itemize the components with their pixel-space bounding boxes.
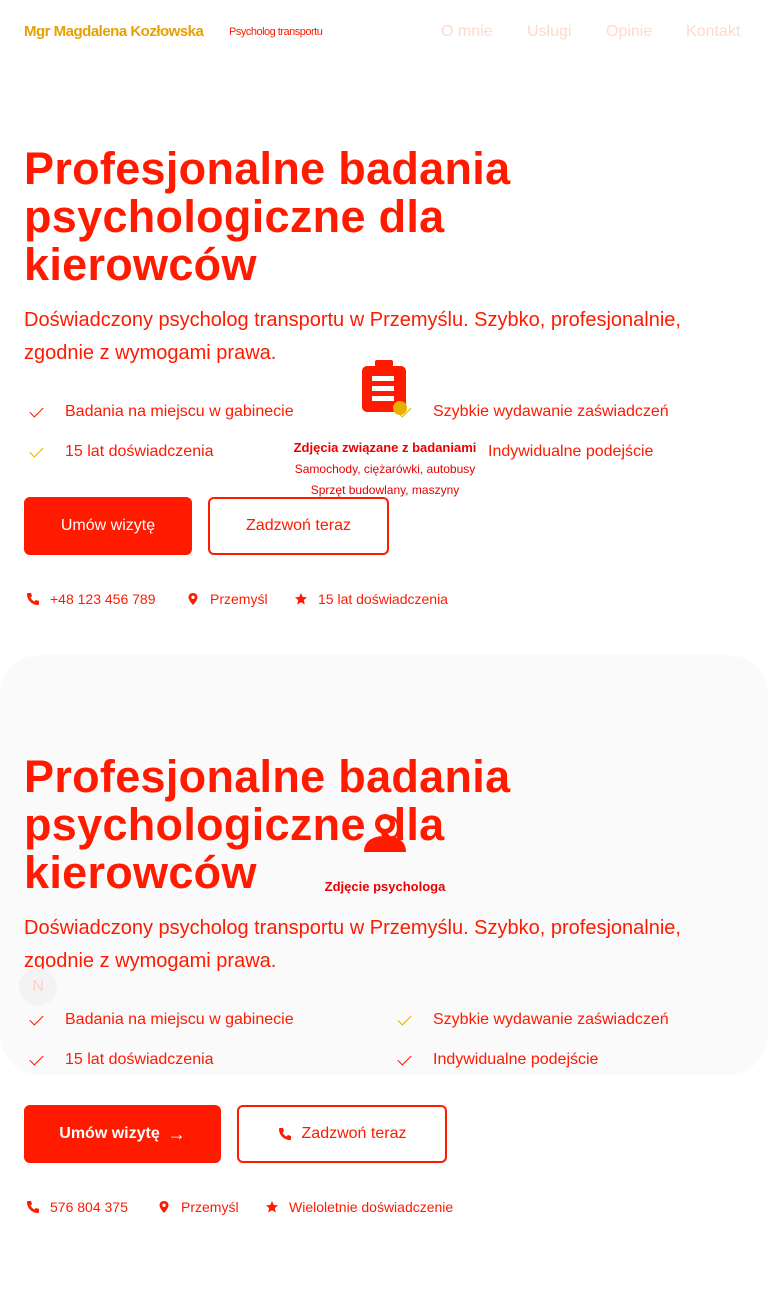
experience-info: 15 lat doświadczenia bbox=[294, 591, 448, 607]
feature-label: 15 lat doświadczenia bbox=[65, 1051, 214, 1068]
book-appointment-button[interactable]: Umów wizytę bbox=[24, 497, 192, 555]
contact-city: Przemyśl bbox=[157, 1199, 239, 1215]
image-caption: Zdjęcie psychologa bbox=[324, 879, 446, 894]
nav-link-about[interactable]: O mnie bbox=[441, 23, 493, 41]
check-icon bbox=[397, 402, 412, 418]
button-label: Umów wizytę bbox=[59, 1125, 160, 1142]
brand-logo[interactable]: Mgr Magdalena Kozłowska Psycholog transp… bbox=[24, 23, 323, 40]
arrow-right-icon: → bbox=[167, 1123, 186, 1144]
feature-item: 15 lat doświadczenia bbox=[29, 1050, 214, 1069]
feature-label: Szybkie wydawanie zaświadczeń bbox=[433, 403, 669, 420]
phone-icon bbox=[27, 1201, 39, 1213]
feature-item: Szybkie wydawanie zaświadczeń bbox=[397, 1010, 669, 1029]
experience-info: Wieloletnie doświadczenie bbox=[265, 1199, 453, 1215]
book-appointment-button[interactable]: Umów wizytę → bbox=[24, 1105, 221, 1163]
brand-name: Mgr Magdalena Kozłowska bbox=[24, 23, 204, 40]
check-icon bbox=[397, 1010, 412, 1026]
call-now-button[interactable]: Zadzwoń teraz bbox=[208, 497, 389, 555]
badge-label: N bbox=[32, 978, 44, 995]
top-navigation: Mgr Magdalena Kozłowska Psycholog transp… bbox=[0, 0, 768, 64]
nav-link-reviews[interactable]: Opinie bbox=[606, 23, 652, 41]
image-line-2: Sprzęt budowlany, maszyny bbox=[310, 483, 460, 497]
button-label: Zadzwoń teraz bbox=[246, 517, 351, 534]
star-icon bbox=[295, 593, 307, 605]
feature-label: Szybkie wydawanie zaświadczeń bbox=[433, 1011, 669, 1028]
location-pin-icon bbox=[159, 1201, 169, 1213]
feature-item: Indywidualne podejście bbox=[397, 1050, 599, 1069]
feature-item: Badania na miejscu w gabinecie bbox=[29, 1010, 294, 1029]
star-icon bbox=[266, 1201, 278, 1213]
hero-lead: Doświadczony psycholog transportu w Prze… bbox=[24, 917, 681, 972]
nav-link-contact[interactable]: Kontakt bbox=[686, 23, 740, 41]
phone-icon bbox=[278, 1128, 291, 1140]
check-icon bbox=[29, 402, 44, 418]
feature-item: Badania na miejscu w gabinecie bbox=[29, 402, 294, 421]
feature-label: Indywidualne podejście bbox=[488, 443, 654, 460]
call-now-button[interactable]: Zadzwoń teraz bbox=[237, 1105, 447, 1163]
hero-title: Profesjonalne badania psychologiczne dla… bbox=[24, 143, 511, 290]
phone-number: 576 804 375 bbox=[50, 1199, 128, 1215]
phone-number: +48 123 456 789 bbox=[50, 591, 156, 607]
feature-label: Badania na miejscu w gabinecie bbox=[65, 1011, 294, 1028]
hero-image-placeholder: Zdjęcia związane z badaniami Samochody, … bbox=[270, 360, 500, 497]
check-icon bbox=[29, 442, 44, 458]
floating-badge[interactable]: N bbox=[19, 968, 57, 1006]
image-caption: Zdjęcia związane z badaniami bbox=[293, 440, 477, 455]
feature-label: 15 lat doświadczenia bbox=[65, 443, 214, 460]
contact-phone[interactable]: +48 123 456 789 bbox=[26, 591, 156, 607]
feature-label: Indywidualne podejście bbox=[433, 1051, 599, 1068]
city-name: Przemyśl bbox=[210, 591, 268, 607]
image-line-1: Samochody, ciężarówki, autobusy bbox=[294, 462, 476, 476]
button-label: Zadzwoń teraz bbox=[301, 1125, 407, 1142]
feature-item: Szybkie wydawanie zaświadczeń bbox=[397, 402, 669, 421]
feature-item: Indywidualne podejście bbox=[488, 443, 653, 461]
experience-label: 15 lat doświadczenia bbox=[318, 591, 448, 607]
check-icon bbox=[29, 1050, 44, 1066]
user-icon bbox=[364, 814, 406, 852]
contact-phone[interactable]: 576 804 375 bbox=[26, 1199, 128, 1215]
psychologist-photo-placeholder: Zdjęcie psychologa bbox=[300, 810, 470, 894]
nav-link-services[interactable]: Usługi bbox=[527, 23, 571, 41]
check-icon bbox=[397, 1050, 412, 1066]
location-pin-icon bbox=[188, 593, 198, 605]
feature-item: 15 lat doświadczenia bbox=[29, 442, 214, 461]
phone-icon bbox=[27, 593, 39, 605]
experience-label: Wieloletnie doświadczenie bbox=[289, 1199, 454, 1215]
contact-city: Przemyśl bbox=[186, 591, 268, 607]
feature-label: Badania na miejscu w gabinecie bbox=[65, 403, 294, 420]
check-icon bbox=[29, 1010, 44, 1026]
button-label: Umów wizytę bbox=[60, 517, 156, 534]
brand-subtitle: Psycholog transportu bbox=[229, 26, 323, 38]
city-name: Przemyśl bbox=[181, 1199, 239, 1215]
